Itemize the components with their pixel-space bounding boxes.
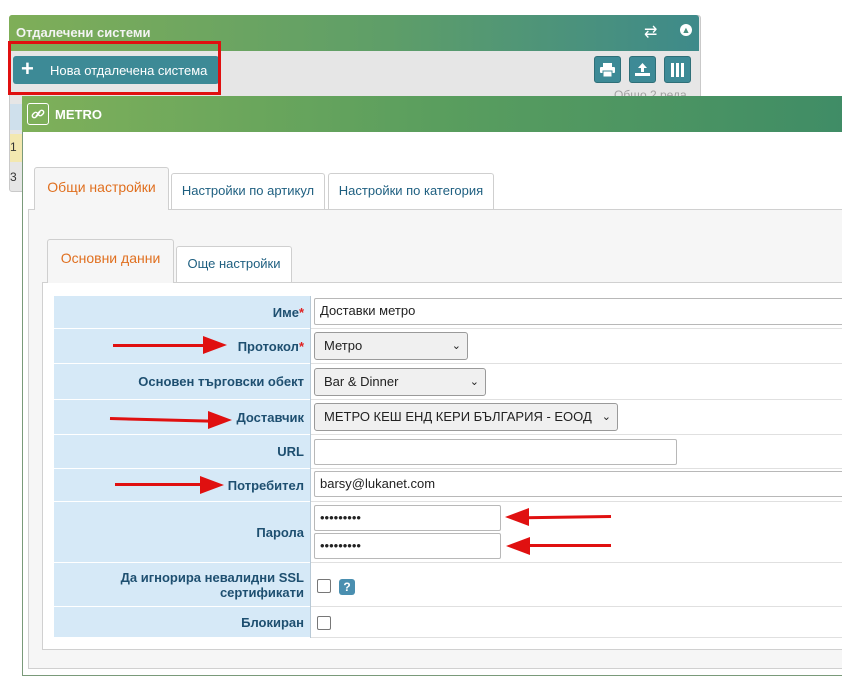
tab-article-settings[interactable]: Настройки по артикул [171, 173, 325, 209]
dialog-title: METRO [55, 107, 102, 122]
required-mark: * [298, 338, 304, 354]
columns-icon [671, 63, 684, 77]
store-label: Основен търговски обект [54, 364, 310, 400]
password-label: Парола [54, 502, 310, 563]
dialog-header [22, 96, 842, 132]
name-input[interactable]: Доставки метро [314, 298, 842, 325]
chevron-down-icon: ⌄ [451, 340, 461, 352]
tab-category-settings[interactable]: Настройки по категория [328, 173, 494, 209]
password-confirm-input[interactable]: ••••••••• [314, 533, 501, 559]
ssl-ignore-checkbox[interactable] [317, 579, 331, 593]
annotation-arrowhead [505, 508, 529, 526]
annotation-arrow-protocol [113, 344, 208, 347]
remote-systems-title: Отдалечени системи [16, 25, 151, 40]
name-label: Име * [54, 296, 310, 329]
tab-general-settings[interactable]: Общи настройки [34, 167, 169, 210]
annotation-highlight-box [8, 41, 221, 95]
collapse-icon[interactable]: ▲ [680, 24, 692, 36]
user-input[interactable]: barsy@lukanet.com [314, 471, 842, 497]
required-mark: * [298, 304, 304, 320]
columns-button[interactable] [664, 56, 691, 83]
password-input[interactable]: ••••••••• [314, 505, 501, 531]
swap-icon[interactable]: ⇄ [644, 22, 657, 42]
row-number: 1 [10, 134, 22, 162]
protocol-select[interactable]: Метро ⌄ [314, 332, 468, 360]
blocked-cell [311, 607, 842, 638]
annotation-arrow-password-confirm [525, 544, 611, 547]
row-number: 3 [10, 170, 17, 184]
supplier-label: Доставчик [54, 400, 310, 435]
annotation-arrowhead [208, 411, 232, 429]
export-icon [635, 63, 650, 76]
print-icon [600, 63, 615, 78]
chevron-down-icon: ⌄ [601, 411, 611, 423]
annotation-arrowhead [200, 476, 224, 494]
annotation-arrowhead [506, 537, 530, 555]
ssl-label: Да игнорира невалидни SSL сертификати [54, 563, 310, 607]
print-button[interactable] [594, 56, 621, 83]
subtab-basic-data[interactable]: Основни данни [47, 239, 174, 283]
url-input[interactable] [314, 439, 677, 465]
store-select[interactable]: Bar & Dinner ⌄ [314, 368, 486, 396]
annotation-arrow-user [115, 483, 205, 486]
export-button[interactable] [629, 56, 656, 83]
url-label: URL [54, 435, 310, 469]
blocked-checkbox[interactable] [317, 616, 331, 630]
blocked-label: Блокиран [54, 607, 310, 638]
annotation-arrowhead [203, 336, 227, 354]
chevron-down-icon: ⌄ [469, 376, 479, 388]
link-icon [27, 103, 49, 125]
help-icon[interactable]: ? [339, 579, 355, 595]
supplier-select[interactable]: МЕТРО КЕШ ЕНД КЕРИ БЪЛГАРИЯ - ЕООД ⌄ [314, 403, 618, 431]
table-header-stub [10, 104, 22, 130]
form-divider [310, 296, 311, 638]
subtab-more-settings[interactable]: Още настройки [176, 246, 292, 282]
ssl-cell [311, 563, 842, 607]
